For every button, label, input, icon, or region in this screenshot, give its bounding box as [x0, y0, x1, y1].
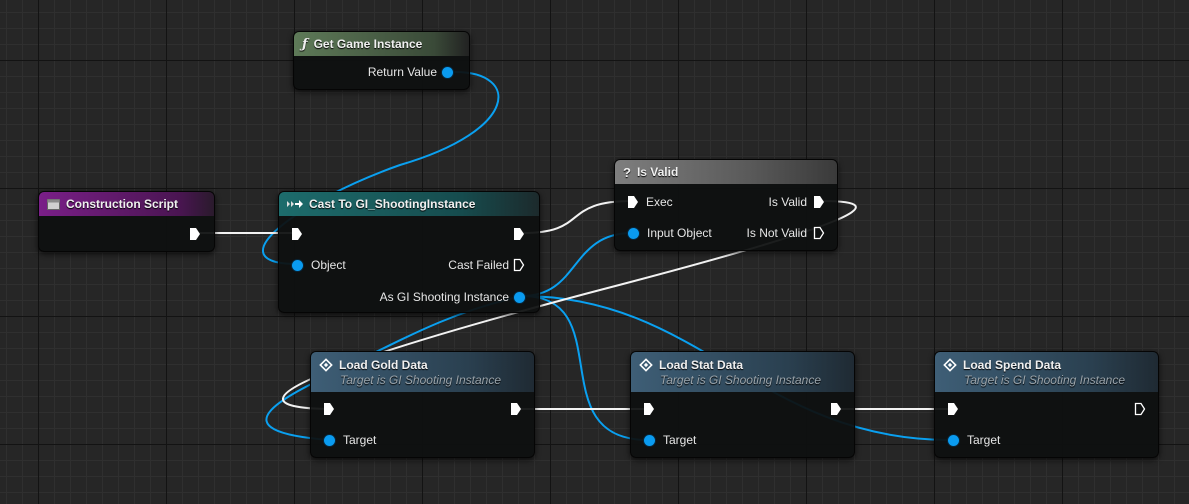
target-pin[interactable]	[644, 435, 655, 446]
load-spend-data-node[interactable]: Load Spend Data Target is GI Shooting In…	[934, 351, 1159, 458]
construction-script-node[interactable]: Construction Script	[38, 191, 215, 252]
as-instance-pin[interactable]	[514, 292, 525, 303]
node-title: Load Stat Data	[659, 357, 744, 372]
event-icon	[47, 198, 60, 210]
node-header: Load Stat Data Target is GI Shooting Ins…	[631, 352, 854, 392]
node-title: Get Game Instance	[313, 37, 423, 51]
question-icon: ?	[623, 164, 631, 180]
exec-in-pin[interactable]	[323, 402, 335, 416]
object-pin[interactable]	[292, 260, 303, 271]
target-label: Target	[967, 433, 1001, 447]
node-title: Load Spend Data	[963, 357, 1062, 372]
cast-failed-label: Cast Failed	[448, 258, 509, 272]
as-instance-label: As GI Shooting Instance	[379, 290, 509, 304]
return-value-pin[interactable]	[442, 67, 453, 78]
node-header: ? Is Valid	[615, 160, 837, 184]
exec-out-pin[interactable]	[1134, 402, 1146, 416]
function-icon: ƒ	[302, 36, 308, 52]
node-header: Load Gold Data Target is GI Shooting Ins…	[311, 352, 534, 392]
load-stat-data-node[interactable]: Load Stat Data Target is GI Shooting Ins…	[630, 351, 855, 458]
exec-out-pin[interactable]	[830, 402, 842, 416]
is-not-valid-label: Is Not Valid	[746, 226, 807, 240]
exec-out-pin[interactable]	[510, 402, 522, 416]
exec-in-pin[interactable]	[627, 195, 639, 209]
exec-out-pin[interactable]	[513, 227, 525, 241]
function-icon	[319, 357, 333, 372]
target-label: Target	[663, 433, 697, 447]
get-game-instance-node[interactable]: ƒ Get Game Instance Return Value	[293, 31, 470, 90]
target-pin[interactable]	[948, 435, 959, 446]
return-value-label: Return Value	[367, 65, 437, 79]
node-header: Construction Script	[39, 192, 214, 216]
node-header: Load Spend Data Target is GI Shooting In…	[935, 352, 1158, 392]
exec-in-pin[interactable]	[291, 227, 303, 241]
input-object-label: Input Object	[647, 226, 712, 240]
node-header: ƒ Get Game Instance	[294, 32, 469, 56]
exec-in-pin[interactable]	[947, 402, 959, 416]
node-subtitle: Target is GI Shooting Instance	[660, 372, 821, 387]
input-object-pin[interactable]	[628, 228, 639, 239]
exec-out-pin[interactable]	[189, 227, 201, 241]
function-icon	[639, 357, 653, 372]
node-title: Load Gold Data	[339, 357, 428, 372]
target-pin[interactable]	[324, 435, 335, 446]
is-valid-node[interactable]: ? Is Valid Exec Is Valid Input Object Is…	[614, 159, 838, 251]
node-title: Is Valid	[636, 165, 679, 179]
cast-node[interactable]: Cast To GI_ShootingInstance Object Cast …	[278, 191, 540, 313]
node-header: Cast To GI_ShootingInstance	[279, 192, 539, 216]
exec-in-pin[interactable]	[643, 402, 655, 416]
object-label: Object	[311, 258, 346, 272]
cast-failed-pin[interactable]	[513, 258, 525, 272]
target-label: Target	[343, 433, 377, 447]
exec-label: Exec	[646, 195, 673, 209]
cast-icon	[287, 199, 303, 209]
is-valid-pin[interactable]	[813, 195, 825, 209]
node-subtitle: Target is GI Shooting Instance	[964, 372, 1125, 387]
is-valid-label: Is Valid	[768, 195, 807, 209]
node-title: Cast To GI_ShootingInstance	[309, 197, 476, 211]
load-gold-data-node[interactable]: Load Gold Data Target is GI Shooting Ins…	[310, 351, 535, 458]
function-icon	[943, 357, 957, 372]
node-subtitle: Target is GI Shooting Instance	[340, 372, 501, 387]
is-not-valid-pin[interactable]	[813, 226, 825, 240]
node-title: Construction Script	[66, 197, 179, 211]
